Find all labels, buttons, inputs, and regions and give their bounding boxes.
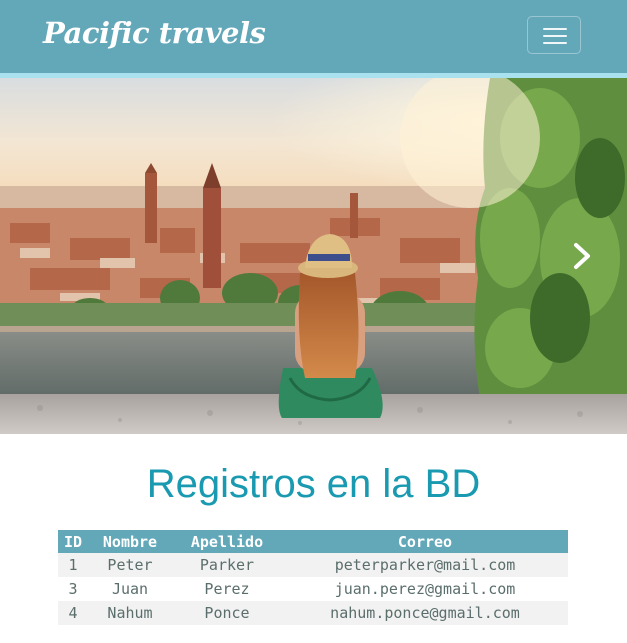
column-header-nombre: Nombre bbox=[88, 530, 172, 553]
navbar: Pacific travels bbox=[0, 0, 627, 73]
table-row: 3 Juan Perez juan.perez@gmail.com bbox=[58, 577, 568, 601]
brand-logo[interactable]: Pacific travels bbox=[43, 16, 266, 50]
page-title: Registros en la BD bbox=[146, 462, 481, 506]
navbar-toggle-button[interactable] bbox=[527, 16, 581, 54]
records-table: ID Nombre Apellido Correo 1 Peter Parker… bbox=[58, 530, 568, 625]
cell-correo: peterparker@mail.com bbox=[282, 553, 568, 577]
cell-id: 4 bbox=[58, 601, 88, 625]
cell-correo: nahum.ponce@gmail.com bbox=[282, 601, 568, 625]
cell-apellido: Perez bbox=[172, 577, 282, 601]
column-header-apellido: Apellido bbox=[172, 530, 282, 553]
hero-carousel bbox=[0, 78, 627, 434]
table-row: 1 Peter Parker peterparker@mail.com bbox=[58, 553, 568, 577]
cell-nombre: Juan bbox=[88, 577, 172, 601]
cell-correo: juan.perez@gmail.com bbox=[282, 577, 568, 601]
cell-nombre: Peter bbox=[88, 553, 172, 577]
chevron-right-icon[interactable] bbox=[568, 238, 596, 274]
cell-nombre: Nahum bbox=[88, 601, 172, 625]
column-header-correo: Correo bbox=[282, 530, 568, 553]
cell-id: 3 bbox=[58, 577, 88, 601]
table-row: 4 Nahum Ponce nahum.ponce@gmail.com bbox=[58, 601, 568, 625]
cell-id: 1 bbox=[58, 553, 88, 577]
cell-apellido: Parker bbox=[172, 553, 282, 577]
carousel-image bbox=[0, 78, 627, 434]
column-header-id: ID bbox=[58, 530, 88, 553]
cell-apellido: Ponce bbox=[172, 601, 282, 625]
table-header-row: ID Nombre Apellido Correo bbox=[58, 530, 568, 553]
